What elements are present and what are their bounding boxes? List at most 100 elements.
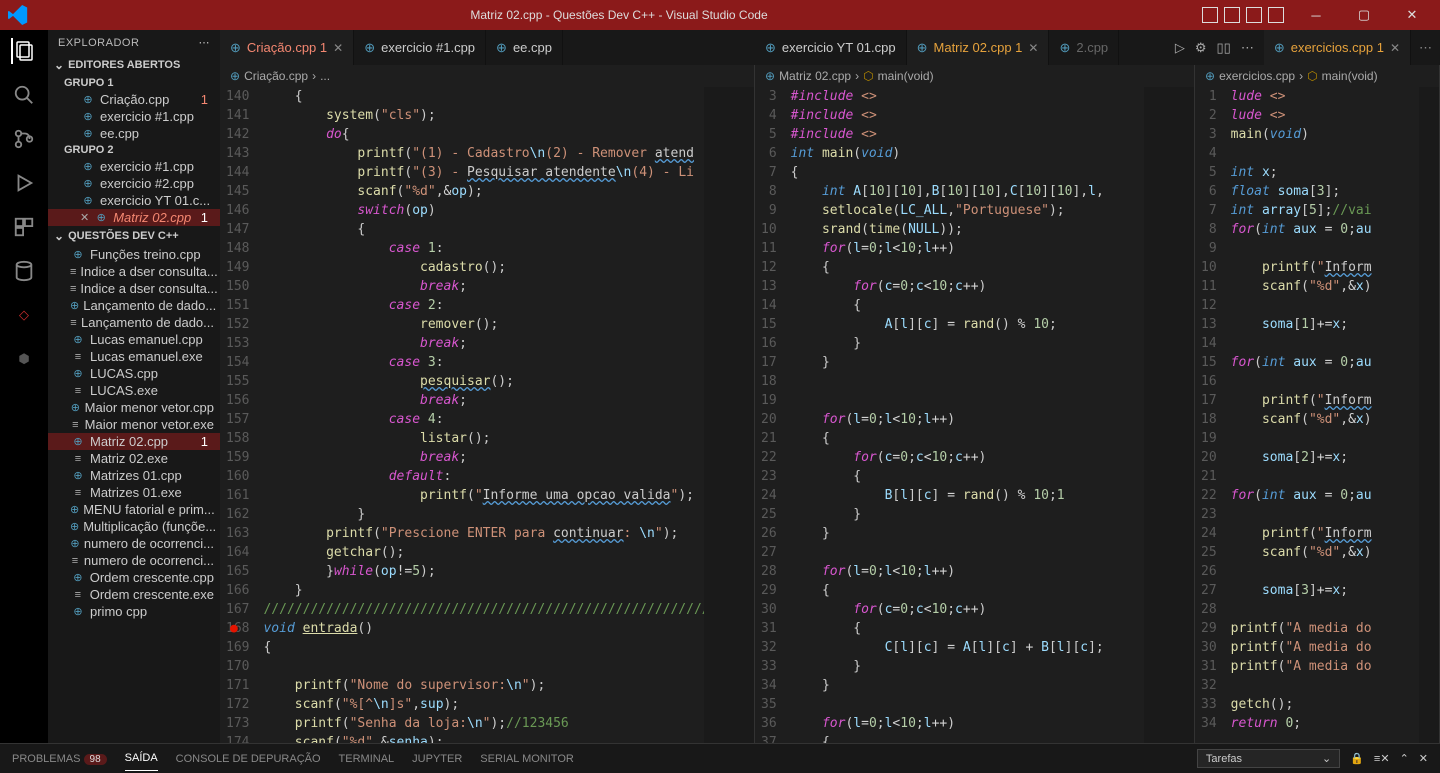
close-icon[interactable]: ✕ xyxy=(1390,41,1400,55)
file-item[interactable]: ≡Indice a dser consulta... xyxy=(48,263,220,280)
file-item[interactable]: ≡Ordem crescente.exe xyxy=(48,586,220,603)
editor-tab[interactable]: ⊕Matriz 02.cpp 1✕ xyxy=(907,30,1050,65)
python-icon[interactable]: ⬢ xyxy=(11,346,37,372)
project-section[interactable]: QUESTÕES DEV C++ xyxy=(48,226,220,246)
close-icon[interactable]: ✕ xyxy=(333,41,343,55)
breadcrumb-rest[interactable]: ... xyxy=(320,69,330,83)
output-tab[interactable]: SAÍDA xyxy=(125,746,158,771)
maximize-button[interactable]: ▢ xyxy=(1344,0,1384,30)
explorer-title: EXPLORADOR xyxy=(58,37,139,49)
window-title: Matriz 02.cpp - Questões Dev C++ - Visua… xyxy=(36,8,1202,22)
db-icon[interactable] xyxy=(11,258,37,284)
open-editors-section[interactable]: EDITORES ABERTOS xyxy=(48,55,220,75)
more-icon[interactable]: ⋯ xyxy=(199,36,211,49)
file-item[interactable]: ⊕Matrizes 01.cpp xyxy=(48,467,220,484)
editor-tab[interactable]: ⊕exercicio #1.cpp xyxy=(354,30,486,65)
file-item[interactable]: ≡Matrizes 01.exe xyxy=(48,484,220,501)
split-icon[interactable]: ⚙ xyxy=(1195,40,1207,56)
serial-tab[interactable]: SERIAL MONITOR xyxy=(480,747,574,771)
file-item[interactable]: ⊕Maior menor vetor.cpp xyxy=(48,399,220,416)
group2-label: GRUPO 2 xyxy=(48,142,220,158)
run-icon[interactable]: ▷ xyxy=(1175,40,1185,56)
file-item[interactable]: ⊕Ordem crescente.cpp xyxy=(48,569,220,586)
file-item[interactable]: ⊕exercicio #1.cpp xyxy=(48,158,220,175)
minimap[interactable] xyxy=(704,87,754,743)
layout-icon[interactable] xyxy=(1246,7,1262,23)
close-icon[interactable]: ✕ xyxy=(1028,41,1038,55)
file-item[interactable]: ≡Matriz 02.exe xyxy=(48,450,220,467)
editor-pane-3: ⊕exercicios.cpp › ⬡ main(void) 123456789… xyxy=(1195,65,1440,743)
lock-icon[interactable]: 🔒 xyxy=(1350,752,1364,765)
code-editor[interactable]: { system("cls"); do{ printf("(1) - Cadas… xyxy=(259,87,704,743)
close-button[interactable]: ✕ xyxy=(1392,0,1432,30)
more-icon[interactable]: ⋯ xyxy=(1241,40,1254,56)
editor-tab[interactable]: ⊕2.cpp xyxy=(1049,30,1119,65)
breadcrumb-file[interactable]: Criação.cpp xyxy=(244,69,308,83)
title-bar: Matriz 02.cpp - Questões Dev C++ - Visua… xyxy=(0,0,1440,30)
file-item[interactable]: ⊕numero de ocorrenci... xyxy=(48,535,220,552)
expand-icon[interactable]: ⌃ xyxy=(1400,752,1409,765)
source-control-icon[interactable] xyxy=(11,126,37,152)
layout-icon[interactable]: ▯▯ xyxy=(1217,40,1231,56)
minimap[interactable] xyxy=(1419,87,1439,743)
file-item[interactable]: ⊕Lançamento de dado... xyxy=(48,297,220,314)
run-icon[interactable] xyxy=(11,170,37,196)
minimize-button[interactable]: ─ xyxy=(1296,0,1336,30)
file-item[interactable]: ⊕ee.cpp xyxy=(48,125,220,142)
gutter[interactable]: 3456789101112131415161718192021222324252… xyxy=(755,87,787,743)
file-item[interactable]: ⊕Matriz 02.cpp1 xyxy=(48,433,220,450)
more-icon[interactable]: ⋯ xyxy=(1411,40,1440,56)
breadcrumb-symbol[interactable]: main(void) xyxy=(878,69,934,83)
debug-tab[interactable]: CONSOLE DE DEPURAÇÃO xyxy=(176,747,321,771)
file-item[interactable]: ≡Lançamento de dado... xyxy=(48,314,220,331)
code-editor[interactable]: lude <>lude <>main(void)int x;float soma… xyxy=(1227,87,1419,743)
layout-icons[interactable] xyxy=(1202,7,1284,23)
explorer-icon[interactable] xyxy=(11,38,37,64)
file-item[interactable]: ⊕primo cpp xyxy=(48,603,220,620)
breadcrumb-file[interactable]: exercicios.cpp xyxy=(1219,69,1295,83)
clear-icon[interactable]: ≡✕ xyxy=(1374,752,1390,765)
tag-icon[interactable]: ◇ xyxy=(11,302,37,328)
file-item[interactable]: ⊕Lucas emanuel.cpp xyxy=(48,331,220,348)
file-item[interactable]: ⊕Criação.cpp1 xyxy=(48,91,220,108)
editor-pane-2: ⊕Matriz 02.cpp › ⬡ main(void) 3456789101… xyxy=(755,65,1195,743)
jupyter-tab[interactable]: JUPYTER xyxy=(412,747,462,771)
gutter[interactable]: 1234567891011121314151617181920212223242… xyxy=(1195,87,1227,743)
file-item[interactable]: ⊕Funções treino.cpp xyxy=(48,246,220,263)
code-editor[interactable]: #include <>#include <>#include <>int mai… xyxy=(787,87,1144,743)
file-item[interactable]: ⊕Multiplicação (funçõe... xyxy=(48,518,220,535)
layout-icon[interactable] xyxy=(1224,7,1240,23)
problems-tab[interactable]: PROBLEMAS 98 xyxy=(12,747,107,771)
editor-tab[interactable]: ⊕ee.cpp xyxy=(486,30,563,65)
file-item[interactable]: ≡numero de ocorrenci... xyxy=(48,552,220,569)
breadcrumb-symbol[interactable]: main(void) xyxy=(1322,69,1378,83)
editor-pane-1: ⊕Criação.cpp › ... 140141142143144145146… xyxy=(220,65,755,743)
search-icon[interactable] xyxy=(11,82,37,108)
editor-tab[interactable]: ⊕exercicio YT 01.cpp xyxy=(755,30,907,65)
editor-tab[interactable]: ⊕exercicios.cpp 1✕ xyxy=(1264,30,1411,65)
extensions-icon[interactable] xyxy=(11,214,37,240)
file-item[interactable]: ⊕exercicio #2.cpp xyxy=(48,175,220,192)
tasks-dropdown[interactable]: Tarefas⌄ xyxy=(1197,749,1340,768)
file-item[interactable]: ≡Maior menor vetor.exe xyxy=(48,416,220,433)
activity-bar: ◇ ⬢ xyxy=(0,30,48,743)
bottom-panel: PROBLEMAS 98 SAÍDA CONSOLE DE DEPURAÇÃO … xyxy=(0,743,1440,773)
file-item[interactable]: ✕⊕Matriz 02.cpp1 xyxy=(48,209,220,226)
close-panel-icon[interactable]: ✕ xyxy=(1419,752,1428,765)
file-item[interactable]: ≡Lucas emanuel.exe xyxy=(48,348,220,365)
close-icon[interactable]: ✕ xyxy=(80,211,89,224)
breadcrumb-file[interactable]: Matriz 02.cpp xyxy=(779,69,851,83)
layout-icon[interactable] xyxy=(1268,7,1284,23)
file-item[interactable]: ≡LUCAS.exe xyxy=(48,382,220,399)
layout-icon[interactable] xyxy=(1202,7,1218,23)
file-item[interactable]: ⊕exercicio YT 01.c... xyxy=(48,192,220,209)
editor-tab[interactable]: ⊕Criação.cpp 1✕ xyxy=(220,30,354,65)
tab-bar-2: ⊕exercicio YT 01.cpp⊕Matriz 02.cpp 1✕⊕2.… xyxy=(755,30,1440,65)
file-item[interactable]: ≡Indice a dser consulta... xyxy=(48,280,220,297)
minimap[interactable] xyxy=(1144,87,1194,743)
gutter[interactable]: 1401411421431441451461471481491501511521… xyxy=(220,87,259,743)
file-item[interactable]: ⊕MENU fatorial e prim... xyxy=(48,501,220,518)
terminal-tab[interactable]: TERMINAL xyxy=(339,747,395,771)
file-item[interactable]: ⊕exercicio #1.cpp xyxy=(48,108,220,125)
file-item[interactable]: ⊕LUCAS.cpp xyxy=(48,365,220,382)
